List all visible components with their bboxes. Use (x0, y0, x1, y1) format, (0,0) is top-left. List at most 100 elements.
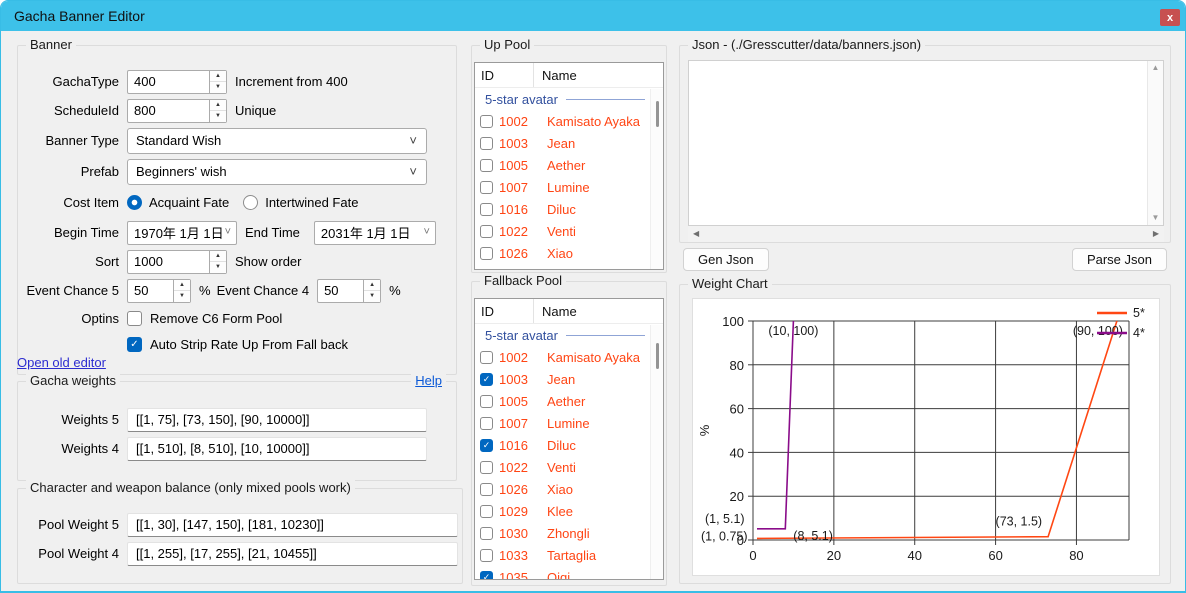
list-item[interactable]: 1022Venti (475, 456, 663, 478)
open-old-editor-link[interactable]: Open old editor (17, 355, 106, 370)
list-item[interactable]: ✓1035Qiqi (475, 566, 663, 580)
event-chance-5-value[interactable]: 50 (128, 280, 173, 302)
vertical-scrollbar[interactable]: ▲ ▼ (1147, 61, 1163, 225)
row-checkbox[interactable] (480, 225, 493, 238)
help-link[interactable]: Help (411, 373, 446, 388)
weights-4-input[interactable] (127, 437, 427, 461)
spin-down-icon[interactable]: ▼ (364, 290, 380, 302)
event-chance-5-input[interactable]: 50 ▲ ▼ (127, 279, 191, 303)
row-checkbox[interactable] (480, 351, 493, 364)
list-item[interactable]: 1005Aether (475, 390, 663, 412)
scrollbar[interactable] (650, 89, 663, 269)
scrollbar-thumb[interactable] (656, 101, 659, 127)
parse-json-button[interactable]: Parse Json (1072, 248, 1167, 271)
list-item[interactable]: 1002Kamisato Ayaka (475, 110, 663, 132)
event-chance-4-value[interactable]: 50 (318, 280, 363, 302)
scroll-down-icon[interactable]: ▼ (1152, 214, 1160, 222)
row-checkbox[interactable]: ✓ (480, 571, 493, 581)
begin-time-picker[interactable]: 1970年 1月 1日 ˅ (127, 221, 237, 245)
id-column-header: ID (475, 63, 534, 87)
gacha-type-input[interactable]: 400 ▲ ▼ (127, 70, 227, 94)
list-item[interactable]: ✓1003Jean (475, 368, 663, 390)
row-name: Venti (547, 460, 576, 475)
row-checkbox[interactable]: ✓ (480, 373, 493, 386)
gacha-type-value[interactable]: 400 (128, 71, 209, 93)
spin-down-icon[interactable]: ▼ (210, 261, 226, 273)
prefab-value: Beginners' wish (136, 164, 227, 179)
row-checkbox[interactable] (480, 181, 493, 194)
sort-input[interactable]: 1000 ▲ ▼ (127, 250, 227, 274)
chevron-down-icon: ˅ (423, 227, 429, 238)
row-checkbox[interactable]: ✓ (480, 439, 493, 452)
spin-up-icon[interactable]: ▲ (210, 251, 226, 262)
row-id: 1005 (499, 394, 537, 409)
row-checkbox[interactable] (480, 549, 493, 562)
row-name: Diluc (547, 438, 576, 453)
list-item[interactable]: 1007Lumine (475, 412, 663, 434)
row-checkbox[interactable] (480, 483, 493, 496)
name-column-header: Name (534, 299, 577, 323)
spin-down-icon[interactable]: ▼ (174, 290, 190, 302)
row-id: 1005 (499, 158, 537, 173)
list-item[interactable]: 1016Diluc (475, 198, 663, 220)
row-checkbox[interactable] (480, 527, 493, 540)
id-column-header: ID (475, 299, 534, 323)
remove-c6-checkbox[interactable] (127, 311, 142, 326)
json-textarea[interactable]: ▲ ▼ (688, 60, 1164, 226)
spin-down-icon[interactable]: ▼ (210, 81, 226, 93)
list-item[interactable]: 1007Lumine (475, 176, 663, 198)
prefab-select[interactable]: Beginners' wish ˅ (127, 159, 427, 185)
list-item[interactable]: 1002Kamisato Ayaka (475, 346, 663, 368)
list-item[interactable]: ✓1016Diluc (475, 434, 663, 456)
time-row: Begin Time 1970年 1月 1日 ˅ End Time 2031年 … (22, 218, 456, 247)
acquaint-fate-radio[interactable] (127, 195, 142, 210)
list-item[interactable]: 1005Aether (475, 154, 663, 176)
event-chance-4-input[interactable]: 50 ▲ ▼ (317, 279, 381, 303)
schedule-id-input[interactable]: 800 ▲ ▼ (127, 99, 227, 123)
close-button[interactable]: x (1160, 9, 1180, 26)
list-item[interactable]: 1026Xiao (475, 242, 663, 264)
scroll-up-icon[interactable]: ▲ (1152, 64, 1160, 72)
row-checkbox[interactable] (480, 505, 493, 518)
row-checkbox[interactable] (480, 159, 493, 172)
row-checkbox[interactable] (480, 461, 493, 474)
scroll-left-icon[interactable]: ◀ (693, 230, 699, 238)
row-name: Kamisato Ayaka (547, 350, 640, 365)
intertwined-fate-radio[interactable] (243, 195, 258, 210)
auto-strip-checkbox[interactable]: ✓ (127, 337, 142, 352)
spin-up-icon[interactable]: ▲ (174, 280, 190, 291)
list-item[interactable]: 1003Jean (475, 132, 663, 154)
row-checkbox[interactable] (480, 395, 493, 408)
list-item[interactable]: 1033Tartaglia (475, 544, 663, 566)
horizontal-scrollbar[interactable]: ◀ ▶ (688, 226, 1164, 242)
row-checkbox[interactable] (480, 247, 493, 260)
spin-up-icon[interactable]: ▲ (210, 71, 226, 82)
up-pool-list[interactable]: ID Name 5-star avatar 1002Kamisato Ayaka… (474, 62, 664, 270)
fallback-pool-list[interactable]: ID Name 5-star avatar 1002Kamisato Ayaka… (474, 298, 664, 580)
spin-down-icon[interactable]: ▼ (210, 110, 226, 122)
spin-up-icon[interactable]: ▲ (210, 100, 226, 111)
spin-up-icon[interactable]: ▲ (364, 280, 380, 291)
list-item[interactable]: 1029Klee (475, 500, 663, 522)
list-item[interactable]: 1022Venti (475, 220, 663, 242)
row-id: 1026 (499, 246, 537, 261)
row-checkbox[interactable] (480, 203, 493, 216)
group-title: Fallback Pool (480, 273, 566, 288)
end-time-picker[interactable]: 2031年 1月 1日 ˅ (314, 221, 436, 245)
scrollbar[interactable] (650, 325, 663, 579)
sort-value[interactable]: 1000 (128, 251, 209, 273)
list-item[interactable]: 1026Xiao (475, 478, 663, 500)
row-checkbox[interactable] (480, 417, 493, 430)
row-checkbox[interactable] (480, 115, 493, 128)
row-checkbox[interactable] (480, 137, 493, 150)
banner-type-select[interactable]: Standard Wish ˅ (127, 128, 427, 154)
pool-weight-5-input[interactable] (127, 513, 458, 537)
scrollbar-thumb[interactable] (656, 343, 659, 369)
title-bar[interactable]: Gacha Banner Editor x (1, 1, 1185, 31)
weights-5-input[interactable] (127, 408, 427, 432)
list-item[interactable]: 1030Zhongli (475, 522, 663, 544)
scroll-right-icon[interactable]: ▶ (1153, 230, 1159, 238)
schedule-id-value[interactable]: 800 (128, 100, 209, 122)
gen-json-button[interactable]: Gen Json (683, 248, 769, 271)
pool-weight-4-input[interactable] (127, 542, 458, 566)
